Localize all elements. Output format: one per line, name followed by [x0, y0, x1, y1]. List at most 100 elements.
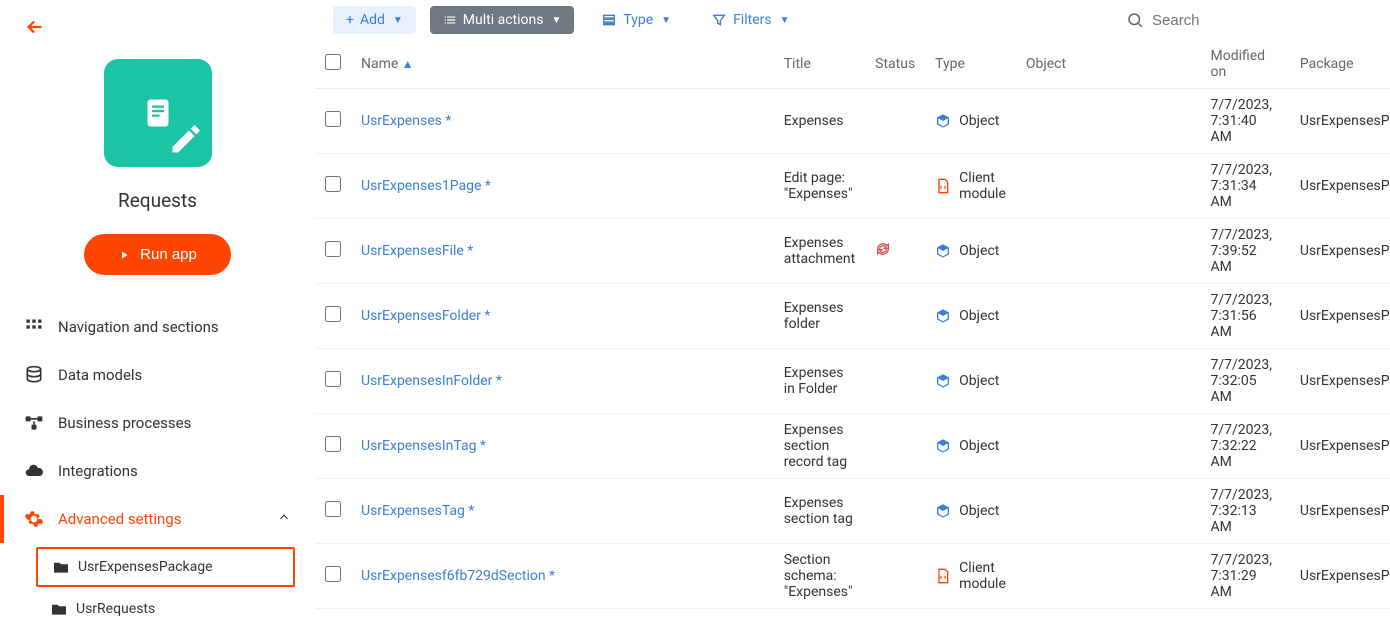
nav-item-cloud[interactable]: Integrations — [0, 447, 315, 495]
row-name-link[interactable]: UsrExpensesf6fb729dSection * — [361, 568, 555, 584]
row-name-link[interactable]: UsrExpenses * — [361, 113, 451, 129]
row-name-link[interactable]: UsrExpensesTag * — [361, 503, 474, 519]
chevron-up-icon — [277, 510, 291, 528]
row-package: UsrExpensesPackage — [1290, 219, 1390, 284]
row-package: UsrExpensesPackage — [1290, 284, 1390, 349]
col-title[interactable]: Title — [774, 40, 865, 89]
row-type: Object — [935, 503, 1006, 519]
cube-icon — [935, 503, 951, 519]
caret-down-icon: ▼ — [780, 15, 790, 26]
nav-label: Navigation and sections — [58, 318, 219, 336]
row-checkbox[interactable] — [325, 241, 341, 257]
cube-icon — [935, 373, 951, 389]
row-checkbox[interactable] — [325, 436, 341, 452]
row-status — [865, 479, 925, 544]
col-name[interactable]: Name ▲ — [351, 40, 774, 89]
table-row[interactable]: SysAdminUnitInWorkplace_MyApps Data SysA… — [315, 609, 1390, 620]
package-table: Name ▲ Title Status Type Object Modified… — [315, 40, 1390, 619]
row-modified: 7/7/2023, 7:31:40 AM — [1200, 89, 1289, 154]
row-checkbox[interactable] — [325, 306, 341, 322]
table-row[interactable]: UsrExpenses * Expenses Object 7/7/2023, … — [315, 89, 1390, 154]
row-name-link[interactable]: UsrExpensesInTag * — [361, 438, 486, 454]
row-object — [1016, 414, 1201, 479]
nav-item-gear[interactable]: Advanced settings — [0, 495, 315, 543]
sync-icon — [875, 241, 891, 257]
row-name-link[interactable]: UsrExpensesFile * — [361, 243, 473, 259]
cube-icon — [935, 308, 951, 324]
table-body: UsrExpenses * Expenses Object 7/7/2023, … — [315, 89, 1390, 620]
gear-icon — [24, 509, 44, 529]
package-label: UsrRequests — [76, 601, 155, 617]
multi-actions-button[interactable]: Multi actions ▼ — [430, 6, 575, 34]
col-type[interactable]: Type — [925, 40, 1016, 89]
table-row[interactable]: UsrExpensesInTag * Expenses section reco… — [315, 414, 1390, 479]
filters-button[interactable]: Filters ▼ — [698, 6, 802, 34]
row-status — [865, 414, 925, 479]
table-row[interactable]: UsrExpenses1Page * Edit page: "Expenses"… — [315, 154, 1390, 219]
cube-icon — [935, 243, 951, 259]
plus-icon: + — [346, 12, 354, 28]
select-all-checkbox[interactable] — [325, 54, 341, 70]
nav-item-database[interactable]: Data models — [0, 351, 315, 399]
row-package: UsrExpensesPackage — [1290, 89, 1390, 154]
add-button[interactable]: + Add ▼ — [333, 6, 416, 34]
row-name-link[interactable]: UsrExpensesInFolder * — [361, 373, 502, 389]
row-object: SysAdminUnitInWorkplace — [1016, 609, 1201, 620]
page-code-icon — [935, 178, 951, 194]
app-title: Requests — [0, 189, 315, 212]
app-icon[interactable] — [104, 59, 212, 167]
row-package: UsrExpensesPackage — [1290, 414, 1390, 479]
table-wrap[interactable]: Name ▲ Title Status Type Object Modified… — [315, 40, 1390, 619]
row-object — [1016, 219, 1201, 284]
caret-down-icon: ▼ — [393, 15, 403, 26]
row-package: UsrExpensesPackage — [1290, 544, 1390, 609]
col-status[interactable]: Status — [865, 40, 925, 89]
col-package[interactable]: Package — [1290, 40, 1390, 89]
row-title: Expenses folder — [774, 284, 865, 349]
row-modified: 7/7/2023, 7:31:56 AM — [1200, 284, 1289, 349]
row-checkbox[interactable] — [325, 111, 341, 127]
run-app-button[interactable]: Run app — [84, 234, 231, 275]
row-title: Section schema: "Expenses" — [774, 544, 865, 609]
search-icon[interactable] — [1126, 11, 1144, 29]
type-filter-button[interactable]: Type ▼ — [588, 6, 684, 34]
row-package: UsrExpensesPackage — [1290, 154, 1390, 219]
row-modified: 7/7/2023, 7:31:29 AM — [1200, 544, 1289, 609]
nav-item-grid[interactable]: Navigation and sections — [0, 303, 315, 351]
row-package: UsrExpensesPackage — [1290, 349, 1390, 414]
row-checkbox[interactable] — [325, 371, 341, 387]
row-name-link[interactable]: UsrExpenses1Page * — [361, 178, 491, 194]
row-type: Object — [935, 113, 1006, 129]
back-arrow[interactable] — [0, 16, 315, 51]
nav-label: Business processes — [58, 414, 191, 432]
sidebar: Requests Run app Navigation and sections… — [0, 0, 315, 619]
package-item[interactable]: UsrRequests — [36, 591, 295, 627]
row-checkbox[interactable] — [325, 501, 341, 517]
table-row[interactable]: UsrExpensesInFolder * Expenses in Folder… — [315, 349, 1390, 414]
cube-icon — [935, 113, 951, 129]
row-modified: 7/7/2023, 7:32:22 AM — [1200, 414, 1289, 479]
row-checkbox[interactable] — [325, 566, 341, 582]
row-type: Object — [935, 438, 1006, 454]
row-type: Object — [935, 243, 1006, 259]
caret-down-icon: ▼ — [551, 15, 561, 26]
table-row[interactable]: UsrExpensesFolder * Expenses folder Obje… — [315, 284, 1390, 349]
nav-item-process[interactable]: Business processes — [0, 399, 315, 447]
row-object — [1016, 349, 1201, 414]
row-name-link[interactable]: UsrExpensesFolder * — [361, 308, 490, 324]
row-status — [865, 284, 925, 349]
edit-pencil-icon[interactable] — [168, 121, 204, 161]
row-object — [1016, 284, 1201, 349]
table-row[interactable]: UsrExpensesf6fb729dSection * Section sch… — [315, 544, 1390, 609]
col-modified[interactable]: Modified on — [1200, 40, 1289, 89]
col-object[interactable]: Object — [1016, 40, 1201, 89]
play-icon — [118, 249, 130, 261]
search-input[interactable] — [1152, 12, 1372, 29]
package-item[interactable]: UsrExpensesPackage — [36, 547, 295, 587]
folder-icon — [50, 602, 68, 616]
table-row[interactable]: UsrExpensesFile * Expenses attachment Ob… — [315, 219, 1390, 284]
cube-icon — [935, 438, 951, 454]
row-checkbox[interactable] — [325, 176, 341, 192]
table-row[interactable]: UsrExpensesTag * Expenses section tag Ob… — [315, 479, 1390, 544]
page-code-icon — [935, 568, 951, 584]
